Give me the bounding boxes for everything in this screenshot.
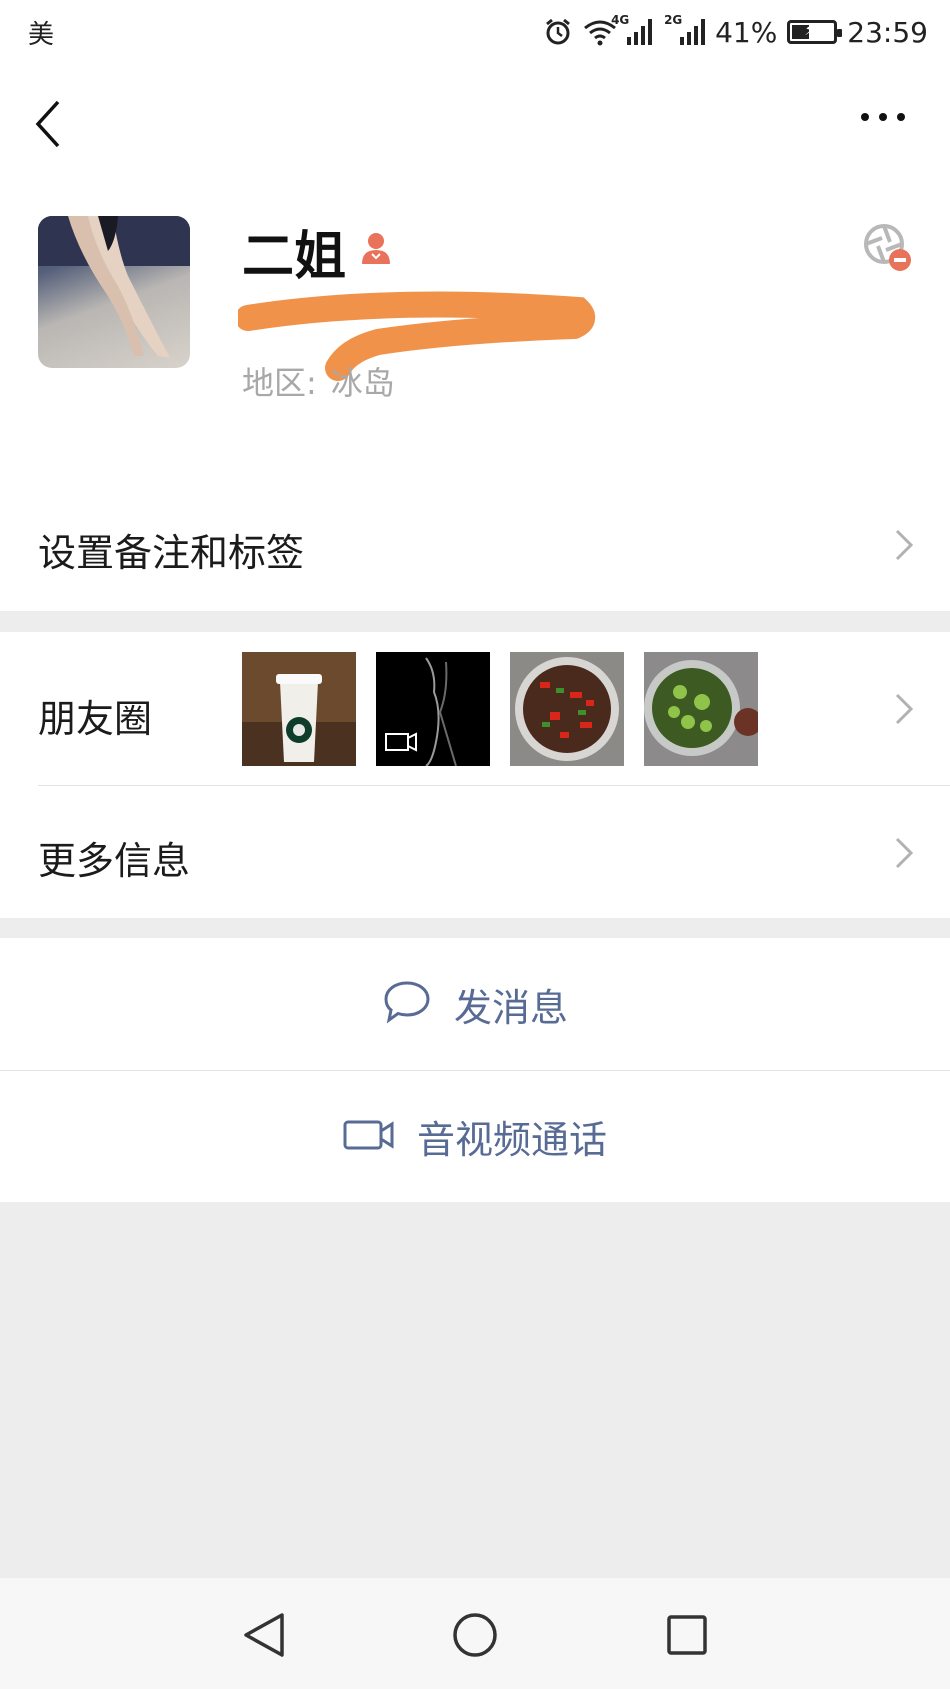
send-message-label: 发消息 <box>453 985 568 1030</box>
carrier-label: 美 <box>28 20 55 50</box>
status-icons: 4G 2G 41% ⚡ 23:59 <box>543 10 928 54</box>
region-label: 地区: <box>242 364 317 402</box>
home-circle-icon[interactable] <box>452 1612 498 1662</box>
remark-tags-label: 设置备注和标签 <box>38 531 305 575</box>
avatar[interactable] <box>38 216 190 368</box>
moments-thumb-2 <box>376 652 490 766</box>
profile-header: 二姐 地区: 冰岛 <box>0 184 950 479</box>
moments-blocked-icon[interactable] <box>862 222 914 278</box>
food-peppers-photo <box>510 652 624 766</box>
chevron-right-icon <box>894 836 914 874</box>
back-triangle-icon[interactable] <box>242 1612 286 1662</box>
remark-tags-row[interactable]: 设置备注和标签 <box>0 478 950 611</box>
food-broccoli-photo <box>644 652 758 766</box>
send-message-button[interactable]: 发消息 <box>0 938 950 1071</box>
net-type-1: 4G <box>611 13 630 27</box>
more-button[interactable] <box>860 108 906 127</box>
net-type-2: 2G <box>664 13 683 27</box>
video-call-button[interactable]: 音视频通话 <box>0 1071 950 1202</box>
moments-row[interactable]: 朋友圈 <box>0 632 950 786</box>
moments-thumb-1 <box>242 652 356 766</box>
chevron-right-icon <box>894 528 914 566</box>
avatar-photo <box>38 216 190 358</box>
female-icon <box>358 230 394 270</box>
chat-bubble-icon <box>382 979 432 1029</box>
video-call-label: 音视频通话 <box>416 1118 607 1162</box>
system-nav-bar <box>0 1578 950 1689</box>
signal-2g-icon: 2G <box>664 13 706 45</box>
coffee-cup-photo <box>242 652 356 766</box>
clock: 23:59 <box>847 15 928 49</box>
back-button[interactable] <box>30 96 64 156</box>
alarm-icon <box>543 17 573 47</box>
region-value: 冰岛 <box>330 364 395 402</box>
more-info-label: 更多信息 <box>38 839 191 883</box>
moments-label: 朋友圈 <box>38 697 153 741</box>
moments-thumb-3 <box>510 652 624 766</box>
signal-4g-icon: 4G <box>611 13 653 45</box>
battery-icon: ⚡ <box>787 20 843 44</box>
nav-bar <box>0 64 950 184</box>
battery-percent: 41% <box>715 15 778 49</box>
ellipsis-icon <box>861 113 905 121</box>
chevron-left-icon <box>35 100 60 148</box>
more-info-row[interactable]: 更多信息 <box>0 786 950 918</box>
region: 地区: 冰岛 <box>242 358 395 404</box>
chevron-right-icon <box>894 692 914 730</box>
recents-square-icon[interactable] <box>666 1614 708 1660</box>
contact-name: 二姐 <box>242 227 347 287</box>
status-bar: 美 4G 2G 41% ⚡ 23:59 <box>0 0 950 64</box>
video-camera-icon <box>343 1118 395 1156</box>
video-thumb-dark <box>376 652 490 766</box>
moments-thumb-4 <box>644 652 758 766</box>
